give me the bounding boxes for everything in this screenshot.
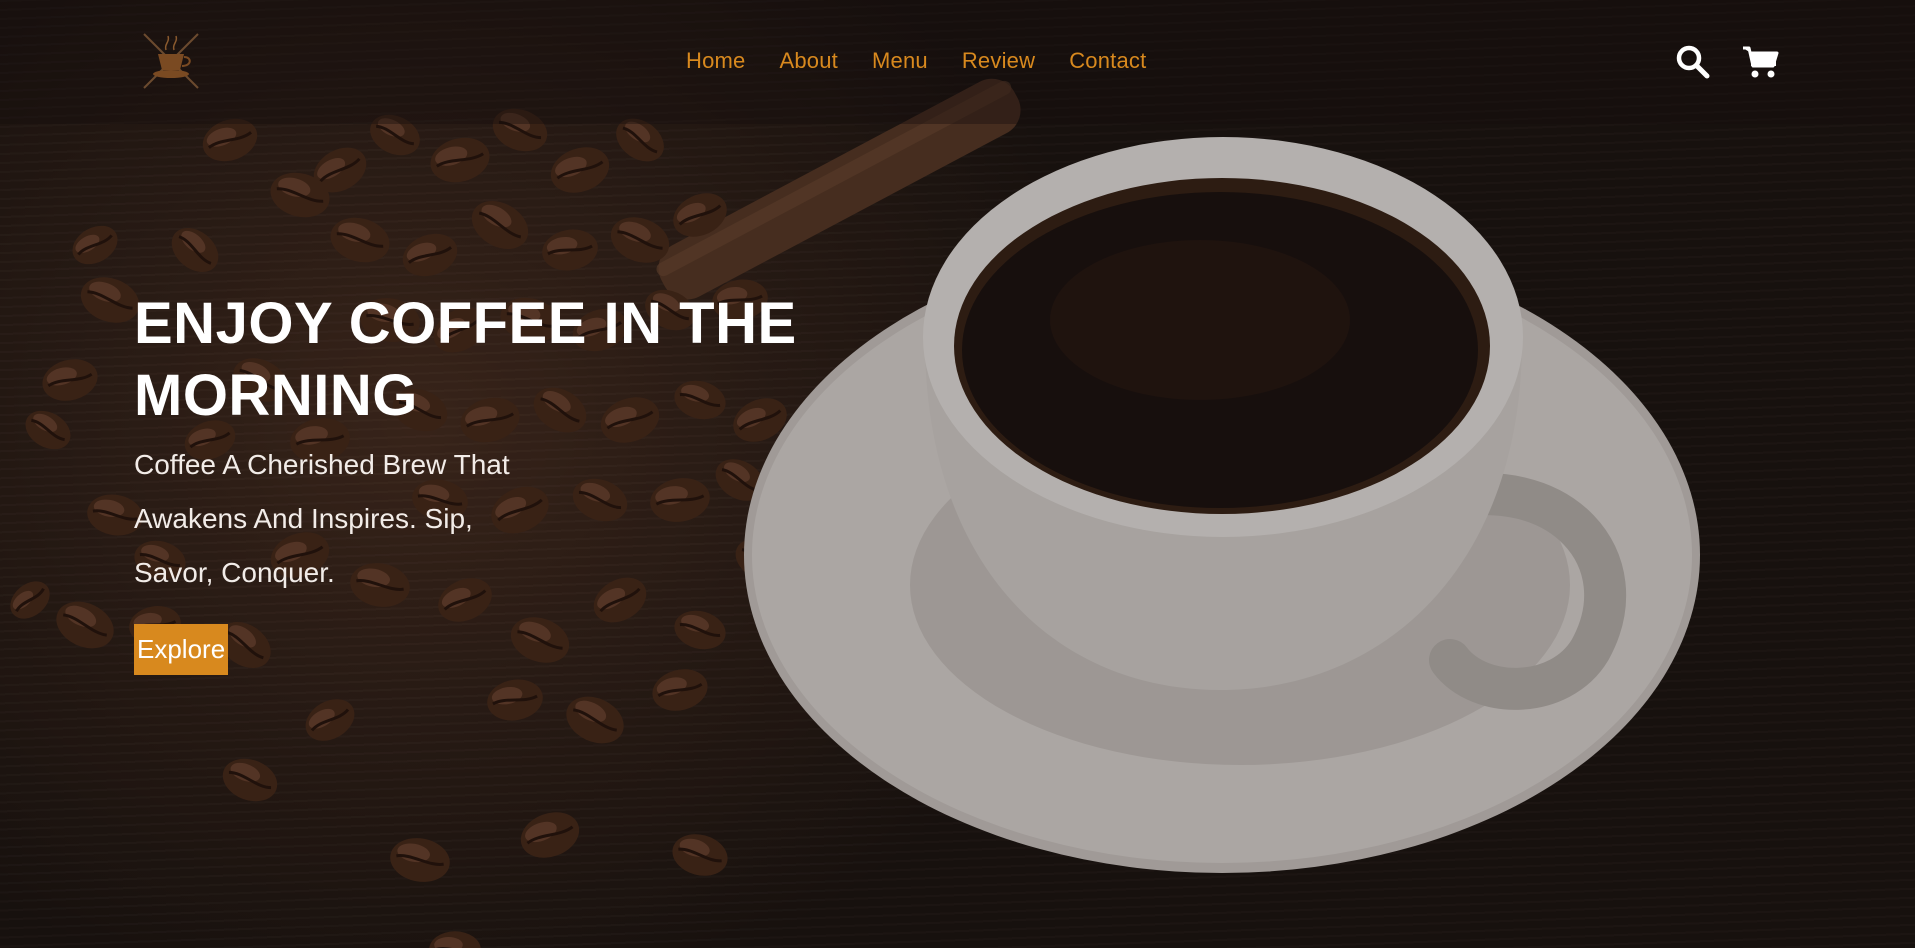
- search-icon[interactable]: [1675, 44, 1711, 80]
- coffee-bean: [402, 233, 458, 277]
- coffee-bean: [487, 679, 543, 721]
- nav-icons: [1675, 44, 1779, 80]
- coffee-bean: [390, 838, 450, 882]
- coffee-bean: [72, 225, 118, 265]
- coffee-bean: [429, 931, 481, 948]
- hero-subtext: Coffee A Cherished Brew That Awakens And…: [134, 449, 510, 588]
- coffee-bean: [25, 410, 71, 450]
- nav-item-menu: Menu: [872, 48, 928, 74]
- nav-links: Home About Menu Review Contact: [686, 48, 1146, 74]
- cart-icon[interactable]: [1741, 44, 1779, 80]
- nav-item-review: Review: [962, 48, 1035, 74]
- coffee-bean: [471, 201, 529, 249]
- nav-link-review[interactable]: Review: [962, 48, 1035, 73]
- nav-link-about[interactable]: About: [780, 48, 839, 73]
- coffee-bean: [42, 359, 98, 401]
- coffee-bean: [330, 217, 390, 263]
- coffee-bean: [171, 227, 219, 273]
- coffee-bean: [566, 696, 624, 744]
- nav-link-contact[interactable]: Contact: [1069, 48, 1146, 73]
- hero-content: ENJOY COFFEE IN THE MORNING Coffee A Che…: [134, 288, 854, 675]
- nav-item-home: Home: [686, 48, 746, 74]
- navbar: Home About Menu Review Contact: [0, 0, 1915, 124]
- coffee-bean: [56, 601, 114, 649]
- coffee-bean: [520, 812, 580, 858]
- coffee-bean: [672, 834, 728, 876]
- nav-link-home[interactable]: Home: [686, 48, 746, 73]
- hero-headline: ENJOY COFFEE IN THE MORNING: [134, 291, 797, 428]
- logo[interactable]: [136, 26, 206, 96]
- nav-link-menu[interactable]: Menu: [872, 48, 928, 73]
- hero-section: Home About Menu Review Contact ENJOY COF…: [0, 0, 1915, 948]
- explore-button[interactable]: Explore: [134, 624, 229, 675]
- coffee-bean: [305, 699, 355, 741]
- coffee-bean: [550, 147, 610, 193]
- nav-item-about: About: [780, 48, 839, 74]
- nav-item-contact: Contact: [1069, 48, 1146, 74]
- coffee-bean: [10, 581, 50, 619]
- coffee-bean: [542, 229, 598, 271]
- coffee-bean: [430, 137, 490, 183]
- coffee-cup-logo-icon: [143, 33, 199, 89]
- coffee-bean: [222, 758, 278, 802]
